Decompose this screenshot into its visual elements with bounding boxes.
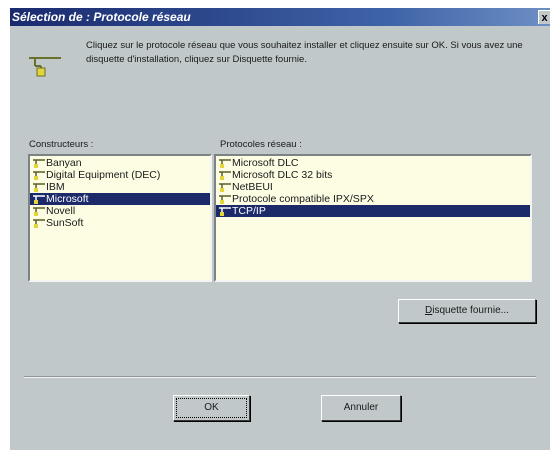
network-protocol-icon <box>219 159 231 168</box>
manufacturer-item-label: Banyan <box>46 157 82 169</box>
disk-button-label: isquette fournie... <box>432 305 509 316</box>
ok-button[interactable]: OK <box>173 395 250 421</box>
network-protocol-icon <box>219 171 231 180</box>
instruction-text: Cliquez sur le protocole réseau que vous… <box>86 40 523 65</box>
network-protocol-icon <box>33 195 45 204</box>
network-protocol-icon <box>219 207 231 216</box>
protocols-label: Protocoles réseau : <box>220 139 302 150</box>
protocol-item[interactable]: Protocole compatible IPX/SPX <box>216 193 530 205</box>
protocol-item[interactable]: NetBEUI <box>216 181 530 193</box>
network-protocol-icon <box>219 195 231 204</box>
protocol-item[interactable]: Microsoft DLC <box>216 157 530 169</box>
manufacturer-item-label: Microsoft <box>46 193 89 205</box>
manufacturer-item[interactable]: SunSoft <box>30 217 210 229</box>
manufacturer-item-label: Digital Equipment (DEC) <box>46 169 161 181</box>
network-protocol-icon <box>29 57 61 77</box>
network-protocol-icon <box>219 183 231 192</box>
protocol-item-label: TCP/IP <box>232 205 266 217</box>
network-protocol-icon <box>33 171 45 180</box>
close-button[interactable]: x <box>538 10 550 24</box>
network-protocol-icon <box>33 219 45 228</box>
manufacturer-item-label: IBM <box>46 181 65 193</box>
manufacturer-item[interactable]: Microsoft <box>30 193 210 205</box>
manufacturer-item[interactable]: IBM <box>30 181 210 193</box>
manufacturer-item[interactable]: Banyan <box>30 157 210 169</box>
protocol-item-label: Microsoft DLC 32 bits <box>232 169 333 181</box>
dialog-title: Sélection de : Protocole réseau <box>12 10 191 24</box>
protocol-item-label: NetBEUI <box>232 181 273 193</box>
manufacturer-item[interactable]: Novell <box>30 205 210 217</box>
network-protocol-icon <box>33 183 45 192</box>
protocol-item-label: Protocole compatible IPX/SPX <box>232 193 374 205</box>
manufacturer-item[interactable]: Digital Equipment (DEC) <box>30 169 210 181</box>
network-protocol-icon <box>33 159 45 168</box>
disk-provided-button[interactable]: Disquette fournie... <box>398 299 536 323</box>
protocol-item[interactable]: Microsoft DLC 32 bits <box>216 169 530 181</box>
manufacturer-item-label: SunSoft <box>46 217 84 229</box>
manufacturers-label: Constructeurs : <box>29 139 94 150</box>
protocol-item[interactable]: TCP/IP <box>216 205 530 217</box>
manufacturers-listbox[interactable]: Banyan Digital Equipment (DEC) IBM Microsof… <box>28 154 212 282</box>
protocol-selection-dialog: Sélection de : Protocole réseau x Clique… <box>10 8 550 450</box>
manufacturer-item-label: Novell <box>46 205 76 217</box>
protocols-listbox[interactable]: Microsoft DLC Microsoft DLC 32 bits NetBEU… <box>214 154 532 282</box>
title-bar[interactable]: Sélection de : Protocole réseau x <box>10 8 550 26</box>
separator <box>24 376 536 378</box>
protocol-item-label: Microsoft DLC <box>232 157 299 169</box>
network-protocol-icon <box>33 207 45 216</box>
cancel-button[interactable]: Annuler <box>321 395 401 421</box>
